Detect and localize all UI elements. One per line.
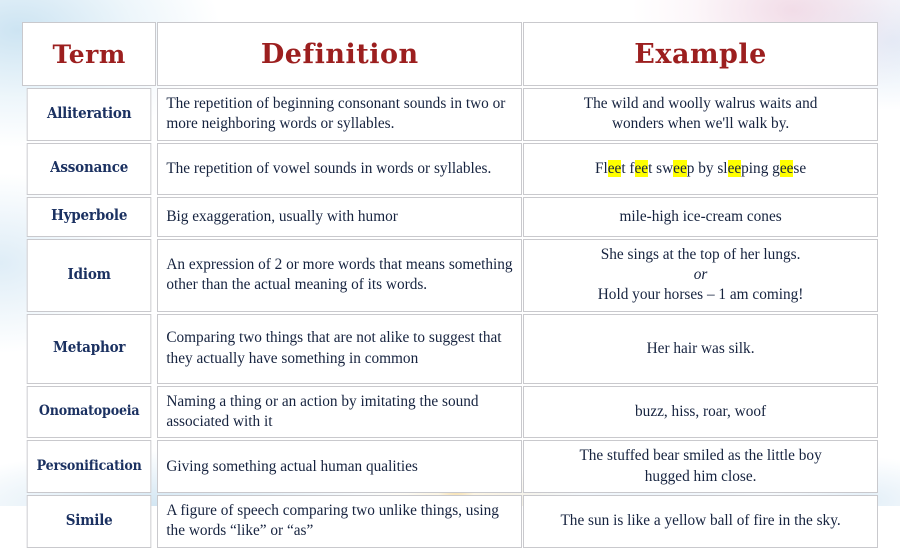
example-line-or: or (693, 266, 708, 284)
table-header: Term Definition Example (22, 22, 878, 86)
example-line: wonders when we'll walk by. (611, 115, 790, 133)
term-cell: Onomatopoeia (26, 385, 152, 439)
column-header-definition: Definition (157, 22, 523, 86)
table-row: Hyperbole Big exaggeration, usually with… (22, 196, 878, 237)
example-cell: Fleet feet sweep by sleeping geese (523, 142, 878, 195)
example-line: The sun is like a yellow ball of fire in… (560, 512, 841, 530)
example-cell: She sings at the top of her lungs. or Ho… (523, 238, 878, 312)
definition-cell: Naming a thing or an action by imitating… (157, 385, 523, 439)
example-fragment: t sw (648, 159, 674, 177)
example-line: buzz, hiss, roar, woof (635, 402, 767, 420)
term-cell: Hyperbole (26, 196, 152, 237)
example-fragment: p by sl (686, 159, 728, 177)
table-body: Alliteration The repetition of beginning… (22, 88, 878, 548)
example-line: She sings at the top of her lungs. (600, 245, 801, 263)
highlight-fragment: ee (779, 159, 794, 177)
example-cell: The stuffed bear smiled as the little bo… (523, 440, 878, 494)
glossary-table-container: Term Definition Example Alliteration The… (21, 20, 879, 550)
definition-cell: Big exaggeration, usually with humor (157, 196, 523, 237)
table-row: Onomatopoeia Naming a thing or an action… (22, 385, 878, 439)
definition-cell: Giving something actual human qualities (157, 440, 523, 494)
example-line: mile-high ice-cream cones (619, 207, 782, 225)
highlight-fragment: ee (727, 159, 742, 177)
definition-cell: A figure of speech comparing two unlike … (157, 495, 523, 548)
example-cell: mile-high ice-cream cones (523, 196, 878, 237)
literary-terms-table: Term Definition Example Alliteration The… (21, 20, 879, 550)
table-header-row: Term Definition Example (22, 22, 878, 86)
example-cell: The wild and woolly walrus waits and won… (523, 88, 878, 141)
example-fragment: Fl (594, 159, 608, 177)
example-line: Her hair was silk. (646, 339, 755, 357)
example-line: The wild and woolly walrus waits and (583, 95, 818, 112)
table-row: Idiom An expression of 2 or more words t… (22, 238, 878, 312)
example-fragment: se (793, 159, 807, 177)
column-header-term: Term (22, 22, 157, 86)
example-line: Hold your horses – 1 am coming! (597, 286, 804, 304)
definition-cell: An expression of 2 or more words that me… (157, 238, 523, 312)
term-cell: Assonance (26, 142, 152, 195)
table-row: Alliteration The repetition of beginning… (22, 88, 878, 141)
example-cell: Her hair was silk. (523, 313, 878, 384)
term-cell: Personification (26, 440, 152, 494)
table-row: Simile A figure of speech comparing two … (22, 495, 878, 548)
highlight-fragment: ee (673, 159, 687, 177)
example-line: The stuffed bear smiled as the little bo… (579, 447, 822, 465)
term-cell: Simile (26, 495, 152, 548)
highlight-fragment: ee (634, 159, 649, 177)
table-row: Personification Giving something actual … (22, 440, 878, 494)
example-fragment: t f (621, 159, 635, 177)
example-line: hugged him close. (644, 467, 757, 485)
highlight-fragment: ee (607, 159, 622, 177)
example-cell: The sun is like a yellow ball of fire in… (523, 495, 878, 548)
column-header-example: Example (523, 22, 878, 86)
table-row: Assonance The repetition of vowel sounds… (22, 142, 878, 195)
definition-cell: The repetition of beginning consonant so… (157, 88, 523, 141)
definition-cell: The repetition of vowel sounds in words … (157, 142, 523, 195)
table-row: Metaphor Comparing two things that are n… (22, 313, 878, 384)
example-highlighted-line: Fleet feet sweep by sleeping geese (532, 159, 869, 179)
example-cell: buzz, hiss, roar, woof (523, 385, 878, 439)
term-cell: Idiom (26, 238, 152, 312)
term-cell: Metaphor (26, 313, 152, 384)
term-cell: Alliteration (26, 88, 152, 141)
example-fragment: ping g (741, 159, 780, 177)
definition-cell: Comparing two things that are not alike … (157, 313, 523, 384)
